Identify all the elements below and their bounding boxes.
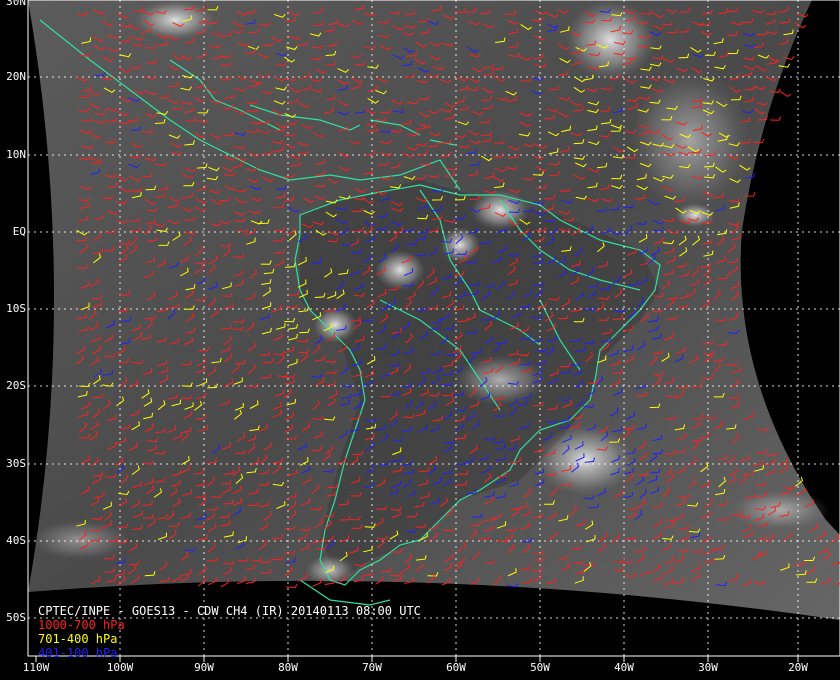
lon-label-30w: 30W [698, 661, 718, 674]
satellite-wind-map: 30N 20N 10N EQ 10S 20S 30S 40S 50S 110W … [0, 0, 840, 680]
lon-label-40w: 40W [614, 661, 634, 674]
lat-label-eq: EQ [12, 225, 26, 238]
lat-label-20n: 20N [6, 70, 26, 83]
lat-label-40s: 40S [6, 534, 26, 547]
lat-label-10n: 10N [6, 148, 26, 161]
lon-label-80w: 80W [278, 661, 298, 674]
wind-barb [769, 116, 781, 121]
lat-label-30n: 30N [6, 0, 26, 8]
lon-label-90w: 90W [194, 661, 214, 674]
wind-barb [286, 583, 298, 589]
legend-mid-level: 701-400 hPa [38, 632, 118, 646]
map-title: CPTEC/INPE - GOES13 - CDW CH4 (IR) 20140… [38, 604, 421, 618]
lon-label-60w: 60W [446, 661, 466, 674]
map-canvas [27, 0, 840, 662]
legend-low-level: 1000-700 hPa [38, 618, 125, 632]
lat-label-20s: 20S [6, 379, 26, 392]
lat-label-10s: 10S [6, 302, 26, 315]
lon-label-110w: 110W [22, 661, 50, 674]
lon-label-50w: 50W [530, 661, 550, 674]
lon-label-20w: 20W [788, 661, 808, 674]
lat-label-50s: 50S [6, 611, 26, 624]
lon-label-70w: 70W [362, 661, 382, 674]
wind-barb [779, 90, 792, 98]
legend-high-level: 401-100 hPa [38, 646, 118, 660]
map-caption: CPTEC/INPE - GOES13 - CDW CH4 (IR) 20140… [38, 604, 421, 660]
lat-label-30s: 30S [6, 457, 26, 470]
lon-label-100w: 100W [106, 661, 134, 674]
